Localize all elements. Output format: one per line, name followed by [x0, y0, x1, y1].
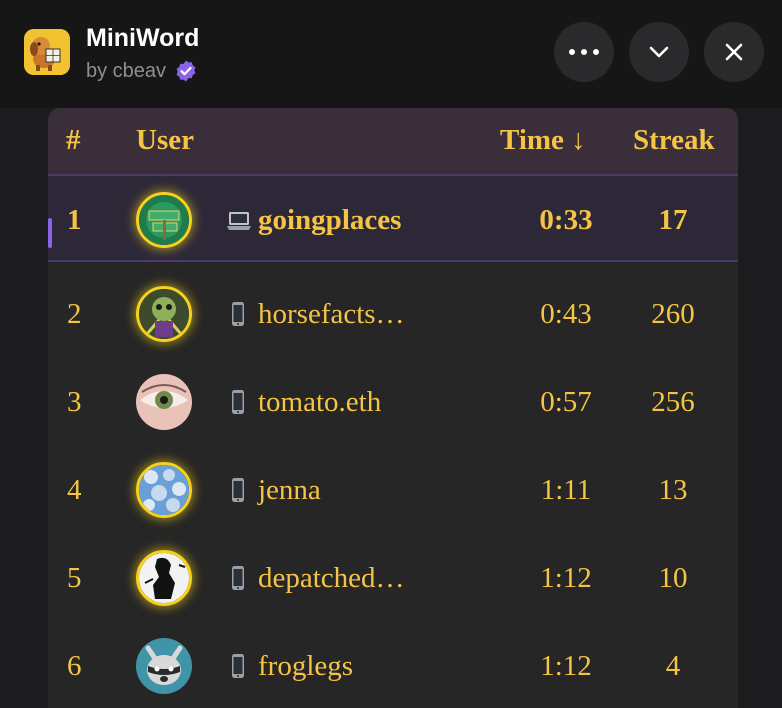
time-cell: 0:33 — [539, 204, 593, 236]
table-row[interactable]: 5 depatched… 1:12 10 — [48, 534, 738, 622]
verified-badge-icon — [174, 59, 198, 83]
streak-cell: 10 — [658, 562, 688, 594]
rank-cell: 1 — [67, 204, 82, 236]
time-cell: 1:12 — [540, 650, 592, 682]
rank-cell: 5 — [67, 562, 82, 594]
username-cell: depatched… — [258, 562, 405, 594]
author-label: by cbeav — [86, 59, 167, 82]
column-header-user: User — [136, 124, 194, 156]
avatar[interactable] — [136, 462, 192, 518]
streak-cell: 13 — [658, 474, 688, 506]
column-header-time[interactable]: Time ↓ — [500, 108, 586, 174]
collapse-button[interactable] — [629, 22, 689, 82]
rank-cell: 6 — [67, 650, 82, 682]
avatar[interactable] — [136, 192, 192, 248]
avatar[interactable] — [136, 550, 192, 606]
table-row[interactable]: 4 jenna 1:11 13 — [48, 446, 738, 534]
app-byline[interactable]: by cbeav — [86, 59, 198, 83]
time-cell: 1:11 — [540, 474, 592, 506]
mini-app-header: MiniWord by cbeav — [0, 0, 782, 108]
more-options-button[interactable] — [554, 22, 614, 82]
username-cell: horsefacts… — [258, 298, 405, 330]
column-header-rank: # — [66, 124, 81, 156]
streak-cell: 17 — [658, 204, 688, 236]
phone-icon — [226, 300, 250, 328]
table-row[interactable]: 2 horsefacts… 0:43 260 — [48, 270, 738, 358]
table-row[interactable]: 3 tomato.eth 0:57 256 — [48, 358, 738, 446]
streak-cell: 260 — [651, 298, 695, 330]
username-cell: jenna — [258, 474, 321, 506]
phone-icon — [226, 476, 250, 504]
username-cell: froglegs — [258, 650, 354, 682]
app-icon — [24, 29, 70, 75]
rank-cell: 3 — [67, 386, 82, 418]
time-cell: 0:57 — [540, 386, 592, 418]
table-row[interactable]: 6 froglegs 1:12 4 — [48, 622, 738, 708]
leaderboard-table: # User Time ↓ Streak 1 goingplaces 0:33 — [48, 108, 738, 708]
column-header-streak[interactable]: Streak — [633, 108, 715, 174]
time-cell: 1:12 — [540, 562, 592, 594]
phone-icon — [226, 564, 250, 592]
avatar[interactable] — [136, 286, 192, 342]
current-user-indicator — [48, 218, 52, 248]
streak-cell: 256 — [651, 386, 695, 418]
close-button[interactable] — [704, 22, 764, 82]
close-icon — [725, 43, 743, 61]
avatar[interactable] — [136, 374, 192, 430]
chevron-down-icon — [649, 46, 669, 58]
laptop-icon — [226, 206, 251, 234]
app-title: MiniWord — [86, 24, 200, 52]
streak-cell: 4 — [665, 650, 681, 682]
username-cell: tomato.eth — [258, 386, 382, 418]
table-row[interactable]: 1 goingplaces 0:33 17 — [48, 174, 738, 262]
more-dots-icon — [569, 49, 599, 55]
rank-cell: 2 — [67, 298, 82, 330]
phone-icon — [226, 388, 250, 416]
time-cell: 0:43 — [540, 298, 592, 330]
table-header: # User Time ↓ Streak — [48, 108, 738, 174]
username-cell: goingplaces — [258, 204, 402, 236]
phone-icon — [226, 652, 250, 680]
avatar[interactable] — [136, 638, 192, 694]
rank-cell: 4 — [67, 474, 82, 506]
